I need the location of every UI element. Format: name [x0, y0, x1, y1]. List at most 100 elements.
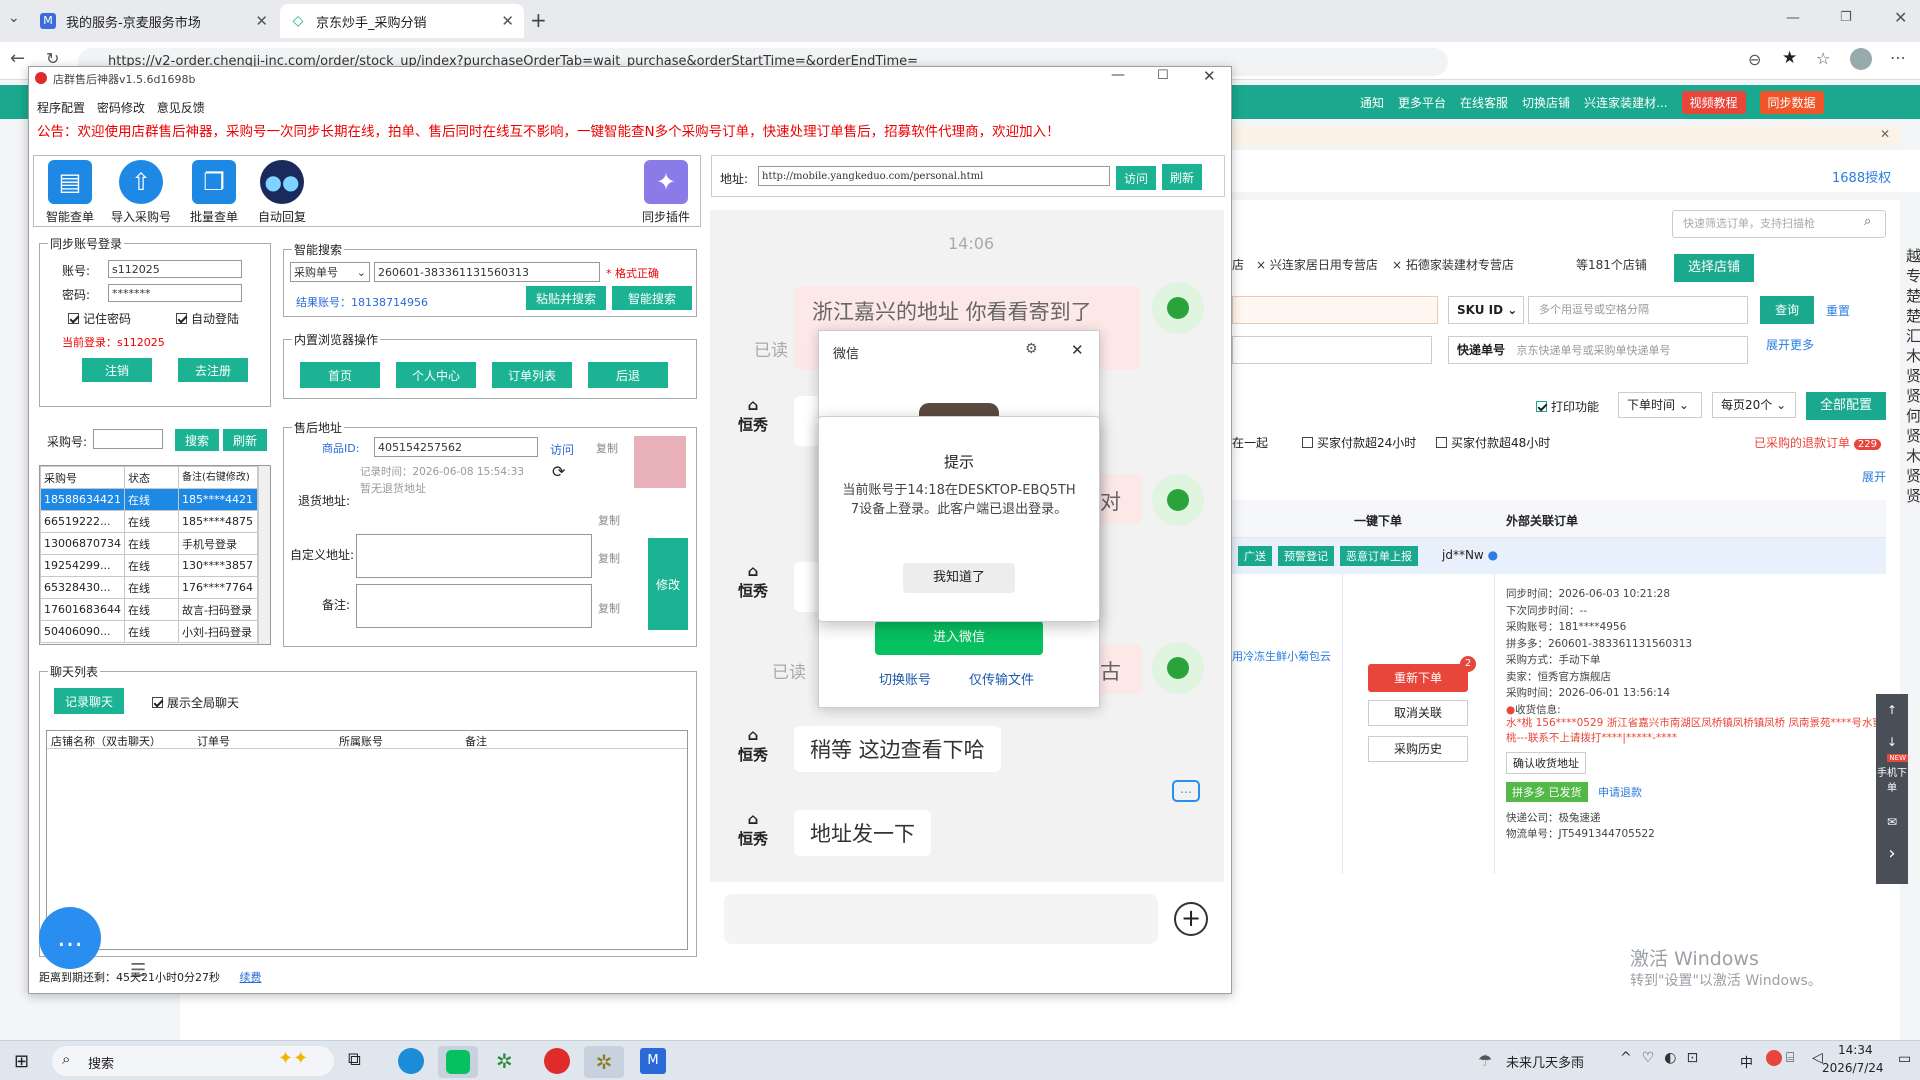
smart-search-button[interactable]: 智能搜索 [612, 286, 692, 310]
batch-query-tool[interactable]: ❐ 批量查单 [182, 160, 246, 225]
filter-input[interactable] [1232, 296, 1438, 324]
col-header[interactable]: 订单号 [197, 733, 230, 749]
express-field[interactable]: 快递单号 京东快递单号或采购单快递单号 [1448, 336, 1748, 364]
chevron-right-icon[interactable]: › [1876, 838, 1908, 870]
search-icon[interactable]: ⌕ [1864, 214, 1871, 229]
chat-help-icon[interactable]: … [1172, 780, 1200, 802]
search-value-input[interactable]: 260601-383361131560313 [374, 262, 600, 282]
tab-jd-purchase[interactable]: ◇ 京东炒手_采购分销 ✕ [280, 4, 524, 38]
sync-data-button[interactable]: 同步数据 [1759, 90, 1824, 114]
embedded-url-input[interactable]: http://mobile.yangkeduo.com/personal.htm… [758, 166, 1110, 186]
reset-link[interactable]: 重置 [1826, 302, 1850, 319]
auth-1688-link[interactable]: 1688授权 [1832, 167, 1891, 186]
header-link-store[interactable]: 兴连家装建材... [1584, 94, 1667, 111]
col-header[interactable]: 所属账号 [339, 733, 383, 749]
refresh-button[interactable]: 刷新 [1162, 164, 1202, 190]
search-type-select[interactable]: 采购单号 ⌄ [290, 262, 370, 282]
modify-button[interactable]: 修改 [648, 538, 688, 630]
tag-guangsong[interactable]: 广送 [1238, 546, 1272, 566]
copy-link[interactable]: 复制 [596, 440, 618, 456]
clock-date[interactable]: 2026/7/24 [1822, 1061, 1884, 1075]
refund-orders-link[interactable]: 已采购的退款订单 229 [1754, 434, 1881, 451]
checkbox[interactable] [152, 697, 163, 708]
purchase-refresh-button[interactable]: 刷新 [223, 429, 267, 451]
notice-close-icon[interactable]: ✕ [1880, 127, 1890, 141]
mobile-order-button[interactable]: NEW 手机下单 [1876, 754, 1908, 806]
all-config-button[interactable]: 全部配置 [1806, 392, 1886, 420]
remove-icon[interactable]: × [1392, 258, 1406, 272]
scrollbar[interactable] [258, 466, 270, 644]
logout-button[interactable]: 注销 [82, 358, 152, 382]
transfer-files-link[interactable]: 仅传输文件 [969, 669, 1034, 688]
col-header[interactable]: 采购号 [40, 466, 125, 489]
settings-icon[interactable]: ⚙ [1025, 341, 1038, 357]
notification-icon[interactable]: ▭ [1898, 1051, 1911, 1067]
scroll-top-icon[interactable]: ↑ [1876, 694, 1908, 726]
per-page-select[interactable]: 每页20个 ⌄ [1712, 392, 1796, 418]
ok-button[interactable]: 我知道了 [903, 563, 1015, 593]
select-store-button[interactable]: 选择店铺 [1674, 254, 1754, 282]
minimize-icon[interactable]: — [1111, 67, 1125, 83]
enter-wechat-button[interactable]: 进入微信 [875, 621, 1043, 655]
tag-warning[interactable]: 预警登记 [1278, 546, 1334, 566]
tag-malicious[interactable]: 恶意订单上报 [1340, 546, 1418, 566]
home-button[interactable]: 首页 [300, 362, 380, 388]
tab-list-chevron-icon[interactable]: ⌄ [8, 10, 20, 26]
smart-query-tool[interactable]: ▤ 智能查单 [40, 160, 100, 225]
checkbox[interactable] [1536, 401, 1547, 412]
renew-link[interactable]: 续费 [240, 971, 262, 984]
refresh-icon[interactable]: ⟳ [552, 462, 565, 481]
buyer-48h-filter[interactable]: 买家付款超48小时 [1436, 434, 1550, 451]
purchase-history-button[interactable]: 采购历史 [1368, 736, 1468, 762]
visit-button[interactable]: 访问 [1116, 166, 1156, 190]
sku-input[interactable]: 多个用逗号或空格分隔 [1528, 296, 1748, 324]
table-row[interactable]: 65328430... 在线 176****7764 [40, 576, 259, 599]
store-tag-2[interactable]: × 拓德家装建材专营店 [1392, 256, 1514, 273]
remove-icon[interactable]: × [1256, 258, 1270, 272]
copy-link[interactable]: 复制 [598, 512, 620, 528]
goods-id-input[interactable]: 405154257562 [374, 437, 538, 457]
close-icon[interactable]: ✕ [501, 12, 514, 30]
back-icon[interactable]: ← [10, 48, 25, 69]
paste-search-button[interactable]: 粘贴并搜索 [526, 286, 606, 310]
purchase-input[interactable] [93, 429, 163, 449]
new-tab-button[interactable]: + [530, 8, 547, 32]
minimize-icon[interactable]: — [1786, 10, 1800, 26]
copy-link[interactable]: 复制 [598, 550, 620, 566]
task-view-icon[interactable]: ⧉ [348, 1049, 361, 1070]
table-row[interactable]: 19254299... 在线 130****3857 [40, 554, 259, 577]
expand-more-link[interactable]: 展开更多 [1766, 336, 1814, 353]
table-row[interactable]: 50406090... 在线 小刘-扫码登录 [40, 620, 259, 643]
more-icon[interactable]: ⋯ [1890, 48, 1906, 67]
auto-reply-tool[interactable]: ●● 自动回复 [250, 160, 314, 225]
favorite-star-icon[interactable]: ★ [1782, 48, 1797, 68]
wechat-taskbar-slot[interactable] [438, 1046, 478, 1078]
record-chat-button[interactable]: 记录聊天 [54, 688, 124, 714]
app-star2-icon[interactable]: ✲ [584, 1046, 624, 1078]
quick-search-input[interactable]: 快速筛选订单，支持扫描枪 [1672, 210, 1886, 238]
close-icon[interactable]: ✕ [1071, 341, 1084, 359]
ime-lang[interactable]: 中 [1740, 1052, 1753, 1071]
table-row[interactable]: 18588634421 在线 185****4421 [40, 488, 259, 511]
switch-account-link[interactable]: 切换账号 [879, 669, 931, 688]
video-tutorial-button[interactable]: 视频教程 [1681, 90, 1746, 114]
sync-plugin-tool[interactable]: ✦ 同步插件 [634, 160, 698, 225]
after-sale-app-icon[interactable] [544, 1048, 570, 1074]
checkbox[interactable] [1436, 437, 1447, 448]
header-link-platforms[interactable]: 更多平台 [1398, 94, 1446, 111]
clock-time[interactable]: 14:34 [1838, 1043, 1873, 1057]
header-link-notify[interactable]: 通知 [1360, 94, 1384, 111]
chat-input[interactable] [724, 894, 1158, 944]
expand-link[interactable]: 展开 [1862, 468, 1886, 485]
table-row[interactable]: 66519222... 在线 185****4875 [40, 510, 259, 533]
tray-icons[interactable]: ^♡◐⊡ [1620, 1050, 1708, 1066]
reorder-button[interactable]: 重新下单 [1368, 664, 1468, 692]
confirm-address-button[interactable]: 确认收货地址 [1506, 752, 1586, 774]
col-header[interactable]: 店铺名称（双击聊天） [51, 733, 161, 749]
copy-link[interactable]: 复制 [598, 600, 620, 616]
auto-login[interactable]: 自动登陆 [176, 310, 239, 327]
table-row[interactable]: 17601683644 在线 故言-扫码登录 [40, 598, 259, 621]
menu-password[interactable]: 密码修改 [97, 101, 145, 115]
buyer-24h-filter[interactable]: 买家付款超24小时 [1302, 434, 1416, 451]
taskbar-search[interactable]: ⌕ 搜索 ✦✦ [52, 1046, 334, 1076]
